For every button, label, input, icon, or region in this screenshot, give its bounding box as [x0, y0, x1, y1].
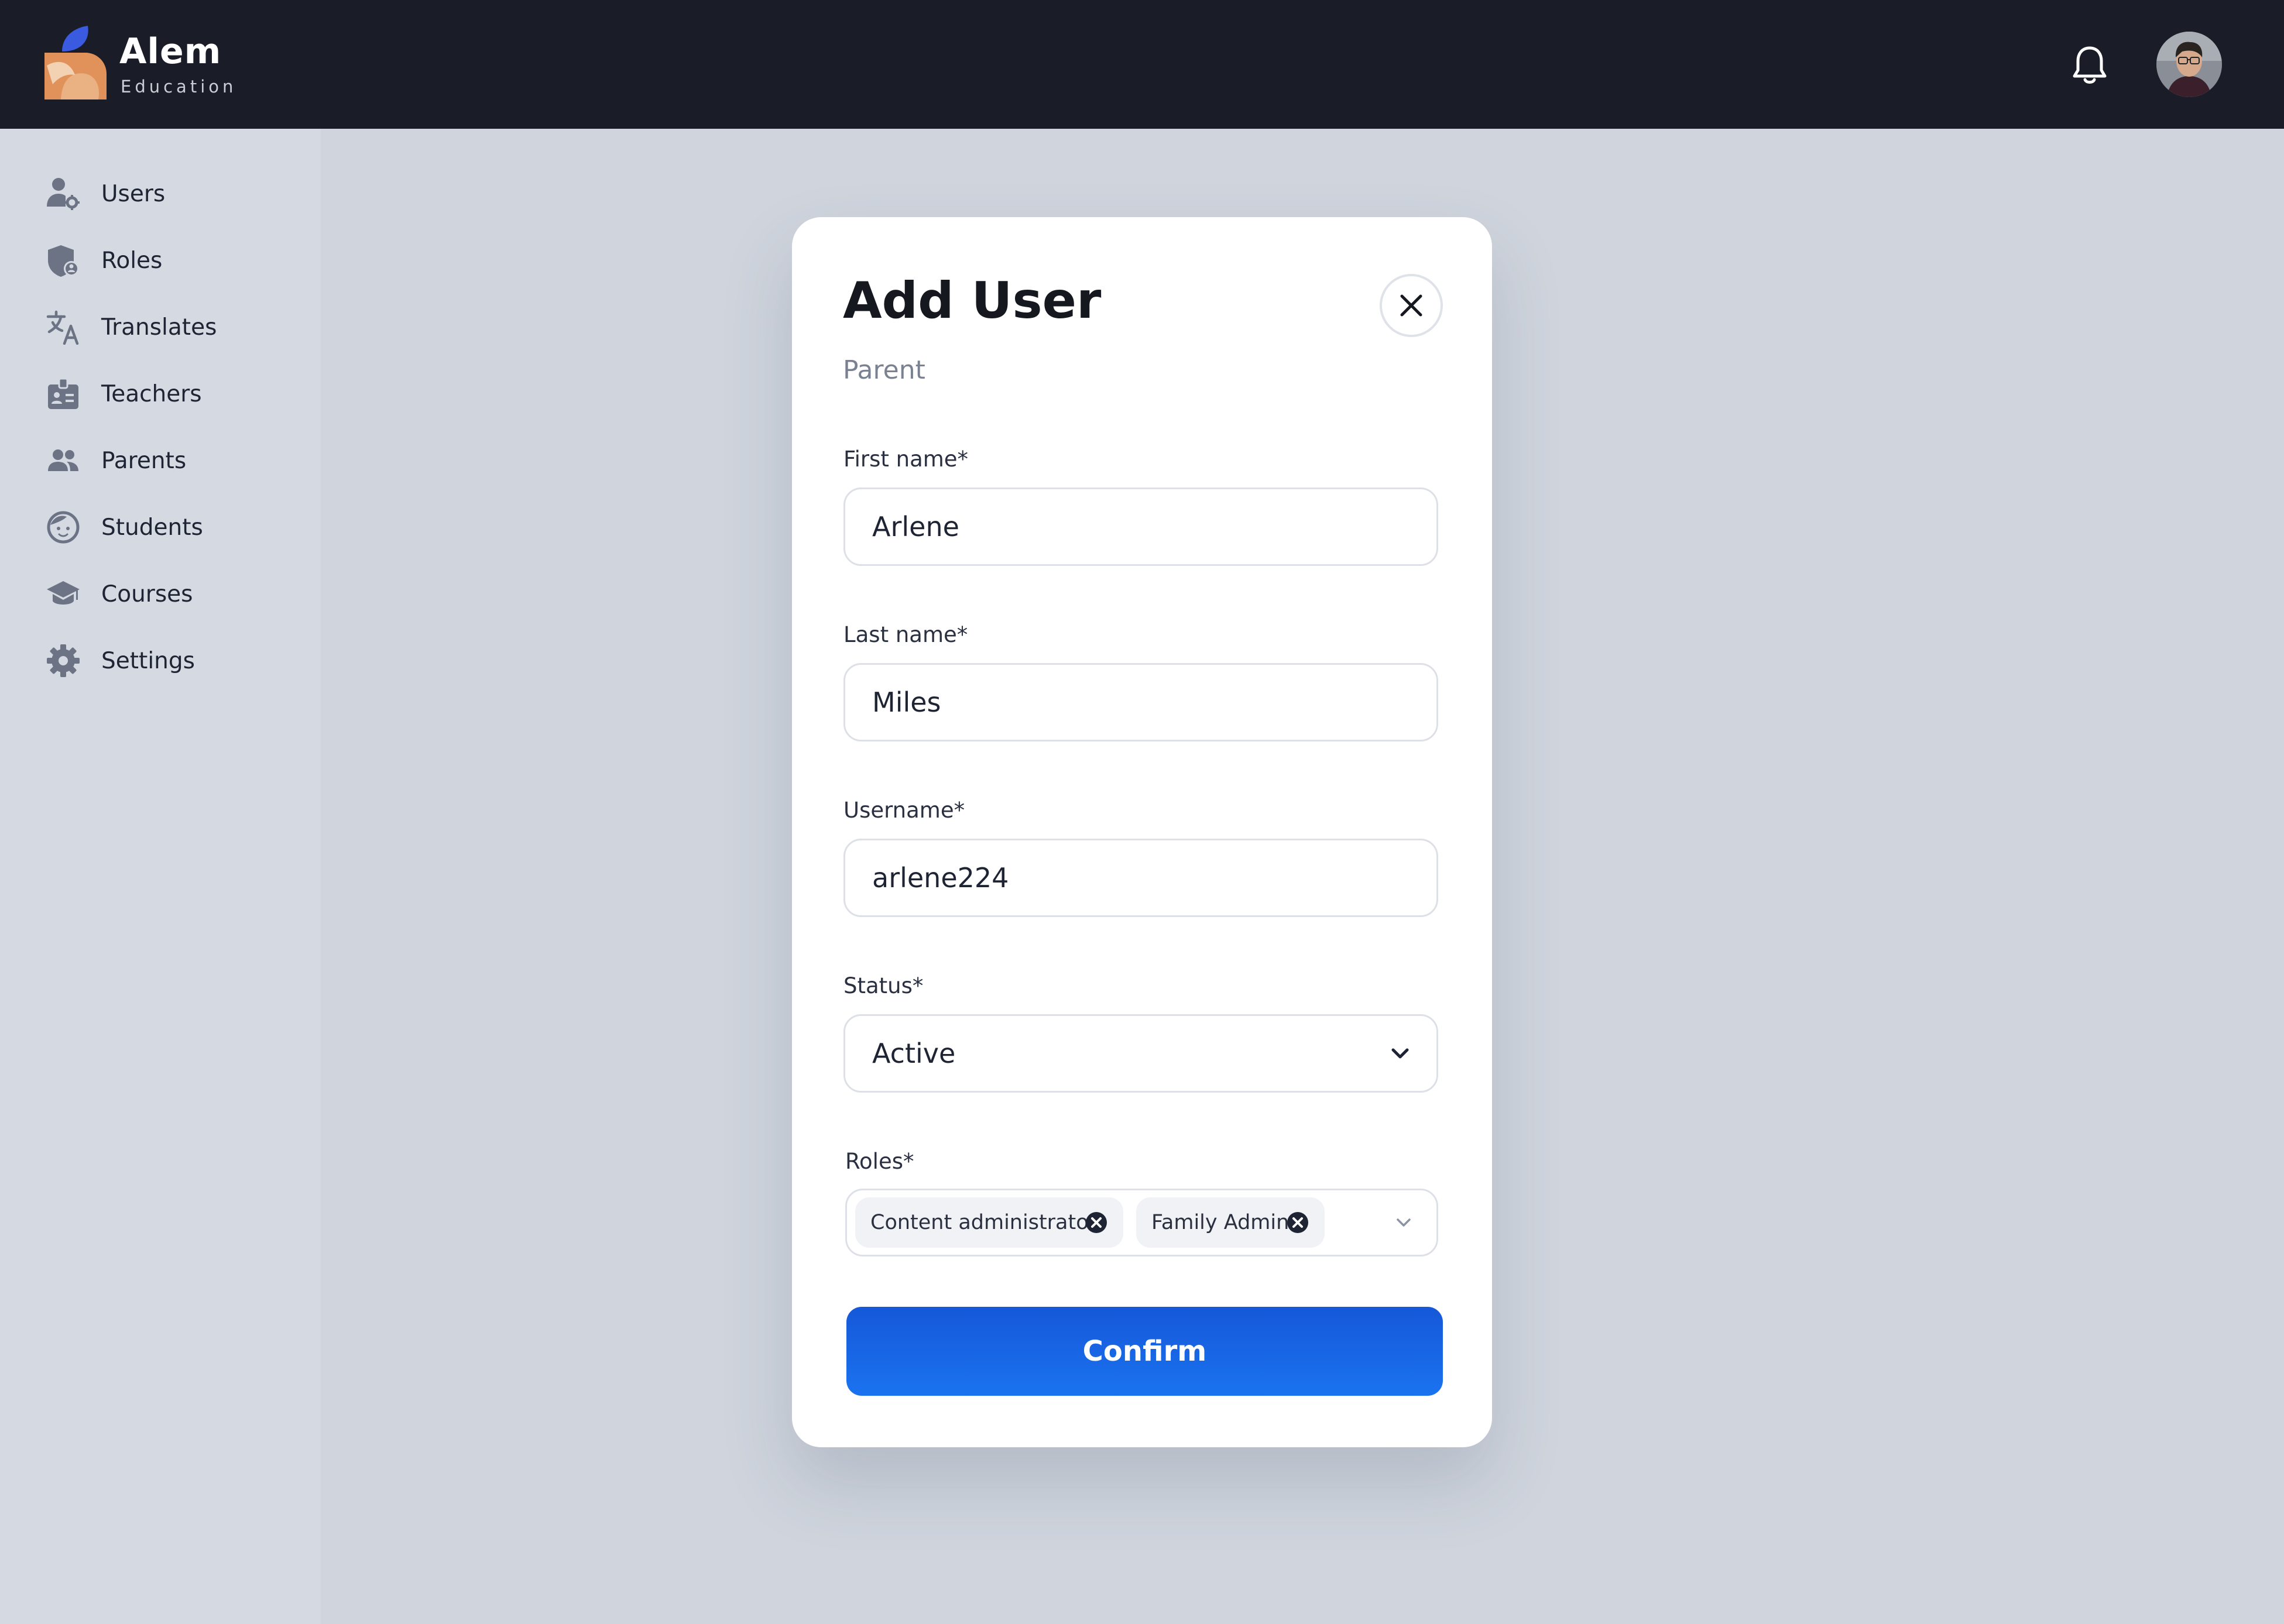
roles-multiselect[interactable]: Content administrator Family Admin — [845, 1189, 1438, 1256]
status-value: Active — [872, 1038, 956, 1069]
gear-icon — [44, 642, 82, 679]
username-value: arlene224 — [872, 862, 1009, 894]
remove-tag-icon[interactable] — [1085, 1211, 1108, 1234]
sidebar-item-label: Roles — [101, 247, 163, 274]
chevron-down-icon — [1391, 1048, 1409, 1059]
sidebar: Users Roles Translates Teachers Parents … — [0, 129, 321, 1624]
role-tag-label: Content administrator — [870, 1211, 1098, 1234]
alem-logo-icon[interactable] — [44, 26, 108, 99]
sidebar-item-label: Parents — [101, 447, 187, 474]
bell-icon[interactable] — [2071, 44, 2108, 85]
first-name-value: Arlene — [872, 511, 959, 543]
sidebar-item-label: Teachers — [101, 380, 202, 407]
last-name-value: Miles — [872, 686, 941, 718]
confirm-button[interactable]: Confirm — [846, 1307, 1443, 1396]
sidebar-item-courses[interactable]: Courses — [44, 571, 302, 617]
sidebar-item-teachers[interactable]: Teachers — [44, 370, 302, 417]
people-icon — [44, 442, 82, 479]
close-button[interactable] — [1380, 274, 1443, 337]
sidebar-item-settings[interactable]: Settings — [44, 637, 302, 684]
id-badge-icon — [44, 375, 82, 413]
sidebar-item-students[interactable]: Students — [44, 504, 302, 551]
modal-subtitle: Parent — [843, 355, 925, 385]
close-icon — [1400, 294, 1422, 317]
roles-label: Roles* — [845, 1149, 914, 1174]
role-tag: Content administrator — [855, 1197, 1123, 1248]
sidebar-item-label: Translates — [101, 314, 217, 341]
last-name-input[interactable]: Miles — [843, 663, 1438, 741]
first-name-input[interactable]: Arlene — [843, 487, 1438, 566]
chevron-down-icon — [1397, 1218, 1411, 1227]
remove-tag-icon[interactable] — [1286, 1211, 1309, 1234]
username-label: Username* — [843, 798, 965, 823]
sidebar-item-label: Students — [101, 514, 203, 541]
status-select[interactable]: Active — [843, 1014, 1438, 1093]
sidebar-item-label: Settings — [101, 647, 195, 674]
user-avatar[interactable] — [2156, 32, 2222, 97]
modal-title: Add User — [843, 272, 1102, 330]
last-name-label: Last name* — [843, 622, 968, 647]
role-tag: Family Admin — [1136, 1197, 1325, 1248]
sidebar-item-translates[interactable]: Translates — [44, 304, 302, 351]
first-name-label: First name* — [843, 447, 969, 472]
sidebar-item-label: Users — [101, 180, 166, 207]
brand-subtitle: Education — [121, 77, 237, 97]
translate-icon — [44, 308, 82, 346]
role-tag-label: Family Admin — [1151, 1211, 1290, 1234]
shield-user-icon — [44, 242, 82, 279]
sidebar-item-users[interactable]: Users — [44, 170, 302, 217]
add-user-modal: Add User Parent First name* Arlene Last … — [792, 217, 1492, 1447]
graduation-cap-icon — [44, 575, 82, 613]
user-settings-icon — [44, 175, 82, 212]
sidebar-item-label: Courses — [101, 581, 193, 607]
sidebar-item-parents[interactable]: Parents — [44, 437, 302, 484]
brand-name: Alem — [119, 31, 222, 72]
username-input[interactable]: arlene224 — [843, 839, 1438, 917]
top-bar: Alem Education — [0, 0, 2284, 129]
child-face-icon — [44, 509, 82, 546]
status-label: Status* — [843, 973, 924, 998]
sidebar-item-roles[interactable]: Roles — [44, 237, 302, 284]
